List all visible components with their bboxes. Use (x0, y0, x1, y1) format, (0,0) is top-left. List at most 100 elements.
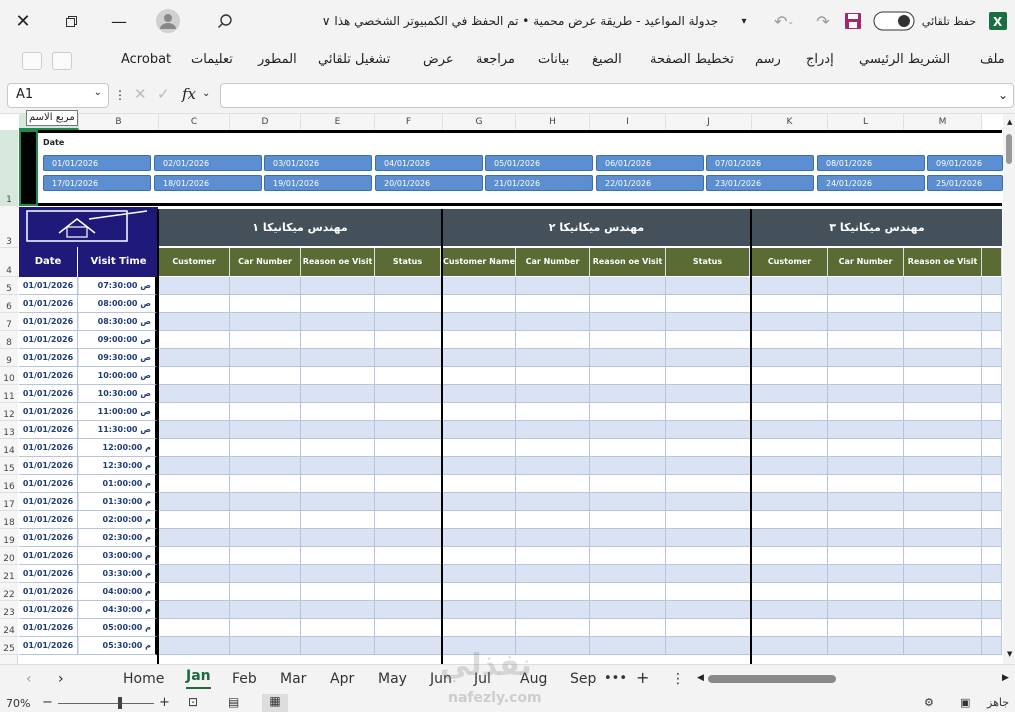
schedule-cell[interactable] (752, 637, 828, 655)
schedule-cell[interactable] (752, 547, 828, 565)
column-header[interactable]: M (904, 114, 982, 130)
schedule-cell[interactable] (828, 601, 904, 619)
schedule-cell[interactable] (375, 475, 443, 493)
schedule-cell[interactable] (230, 277, 301, 295)
visit-date-cell[interactable]: 01/01/2026 (19, 385, 78, 403)
schedule-cell[interactable] (301, 601, 375, 619)
minimize-icon[interactable]: — (104, 0, 134, 42)
schedule-cell[interactable] (828, 511, 904, 529)
schedule-cell[interactable] (230, 367, 301, 385)
schedule-cell[interactable] (982, 565, 1002, 583)
schedule-cell[interactable] (516, 619, 590, 637)
schedule-cell[interactable] (590, 619, 666, 637)
schedule-cell[interactable] (516, 511, 590, 529)
schedule-cell[interactable] (666, 619, 752, 637)
autosave-toggle[interactable] (872, 0, 916, 42)
schedule-cell[interactable] (375, 295, 443, 313)
schedule-cell[interactable] (301, 295, 375, 313)
schedule-cell[interactable] (516, 295, 590, 313)
scroll-left-icon[interactable]: ◀ (697, 673, 704, 683)
schedule-cell[interactable] (828, 313, 904, 331)
row-header[interactable]: 6 (0, 295, 18, 313)
schedule-cell[interactable] (375, 511, 443, 529)
schedule-cell[interactable] (230, 385, 301, 403)
schedule-cell[interactable] (301, 457, 375, 475)
schedule-cell[interactable] (828, 547, 904, 565)
schedule-cell[interactable] (828, 475, 904, 493)
visit-date-cell[interactable]: 01/01/2026 (19, 637, 78, 655)
schedule-cell[interactable] (159, 349, 230, 367)
engineer-1-header[interactable]: مهندس ميكانيكا ١ (159, 209, 441, 246)
column-header[interactable]: I (590, 114, 666, 130)
row-header[interactable]: 11 (0, 385, 18, 403)
schedule-cell[interactable] (230, 421, 301, 439)
schedule-cell[interactable] (443, 277, 516, 295)
schedule-cell[interactable] (230, 619, 301, 637)
window-title[interactable]: جدولة المواعيد - طريقة عرض محمية • تم ال… (310, 0, 730, 42)
schedule-cell[interactable] (230, 493, 301, 511)
visit-time-cell[interactable]: م 04:30:00 (79, 601, 157, 619)
visit-time-cell[interactable]: م 05:30:00 (79, 637, 157, 655)
date-button[interactable]: 01/01/2026 (43, 155, 151, 171)
schedule-cell[interactable] (301, 385, 375, 403)
schedule-cell[interactable] (590, 475, 666, 493)
tab-sheet-jan[interactable]: Jan (186, 668, 211, 689)
schedule-cell[interactable] (443, 439, 516, 457)
visit-time-cell[interactable]: ص 08:00:00 (79, 295, 157, 313)
schedule-cell[interactable] (590, 637, 666, 655)
row-header[interactable]: 5 (0, 277, 18, 295)
column-header[interactable]: E (301, 114, 375, 130)
row-header[interactable]: 15 (0, 457, 18, 475)
schedule-cell[interactable] (301, 349, 375, 367)
schedule-cell[interactable] (904, 529, 982, 547)
visit-time-cell[interactable]: م 04:00:00 (79, 583, 157, 601)
schedule-cell[interactable] (752, 583, 828, 601)
reason-header[interactable]: Reason oe Visit (590, 248, 666, 276)
column-header[interactable]: K (752, 114, 828, 130)
date-button[interactable]: 23/01/2026 (706, 175, 814, 191)
schedule-cell[interactable] (590, 421, 666, 439)
schedule-cell[interactable] (904, 511, 982, 529)
visit-date-cell[interactable]: 01/01/2026 (19, 475, 78, 493)
row-header[interactable]: 17 (0, 493, 18, 511)
schedule-cell[interactable] (230, 601, 301, 619)
schedule-cell[interactable] (666, 331, 752, 349)
schedule-cell[interactable] (375, 601, 443, 619)
schedule-cell[interactable] (828, 295, 904, 313)
schedule-cell[interactable] (230, 403, 301, 421)
tab-draw[interactable]: رسم (755, 52, 781, 67)
schedule-cell[interactable] (443, 295, 516, 313)
schedule-cell[interactable] (982, 637, 1002, 655)
visit-date-cell[interactable]: 01/01/2026 (19, 439, 78, 457)
schedule-cell[interactable] (230, 313, 301, 331)
schedule-cell[interactable] (982, 529, 1002, 547)
schedule-cell[interactable] (230, 637, 301, 655)
schedule-cell[interactable] (159, 439, 230, 457)
schedule-cell[interactable] (516, 367, 590, 385)
schedule-cell[interactable] (230, 547, 301, 565)
schedule-cell[interactable] (982, 295, 1002, 313)
schedule-cell[interactable] (301, 277, 375, 295)
schedule-cell[interactable] (752, 313, 828, 331)
car-number-header[interactable]: Car Number (828, 248, 904, 276)
visit-date-cell[interactable]: 01/01/2026 (19, 601, 78, 619)
tab-sheet-sep[interactable]: Sep (570, 671, 596, 687)
schedule-cell[interactable] (590, 277, 666, 295)
schedule-cell[interactable] (159, 637, 230, 655)
schedule-cell[interactable] (230, 349, 301, 367)
schedule-cell[interactable] (666, 529, 752, 547)
column-header[interactable]: C (159, 114, 230, 130)
schedule-cell[interactable] (752, 421, 828, 439)
visit-time-cell[interactable]: م 02:00:00 (79, 511, 157, 529)
date-button[interactable]: 04/01/2026 (375, 155, 483, 171)
tab-automate[interactable]: تشغيل تلقائي (318, 52, 390, 67)
schedule-cell[interactable] (159, 565, 230, 583)
visit-time-cell[interactable]: م 12:00:00 (79, 439, 157, 457)
schedule-cell[interactable] (752, 511, 828, 529)
schedule-cell[interactable] (516, 565, 590, 583)
schedule-cell[interactable] (982, 475, 1002, 493)
date-button[interactable]: 18/01/2026 (154, 175, 262, 191)
schedule-cell[interactable] (443, 475, 516, 493)
visit-date-cell[interactable]: 01/01/2026 (19, 295, 78, 313)
schedule-cell[interactable] (443, 313, 516, 331)
